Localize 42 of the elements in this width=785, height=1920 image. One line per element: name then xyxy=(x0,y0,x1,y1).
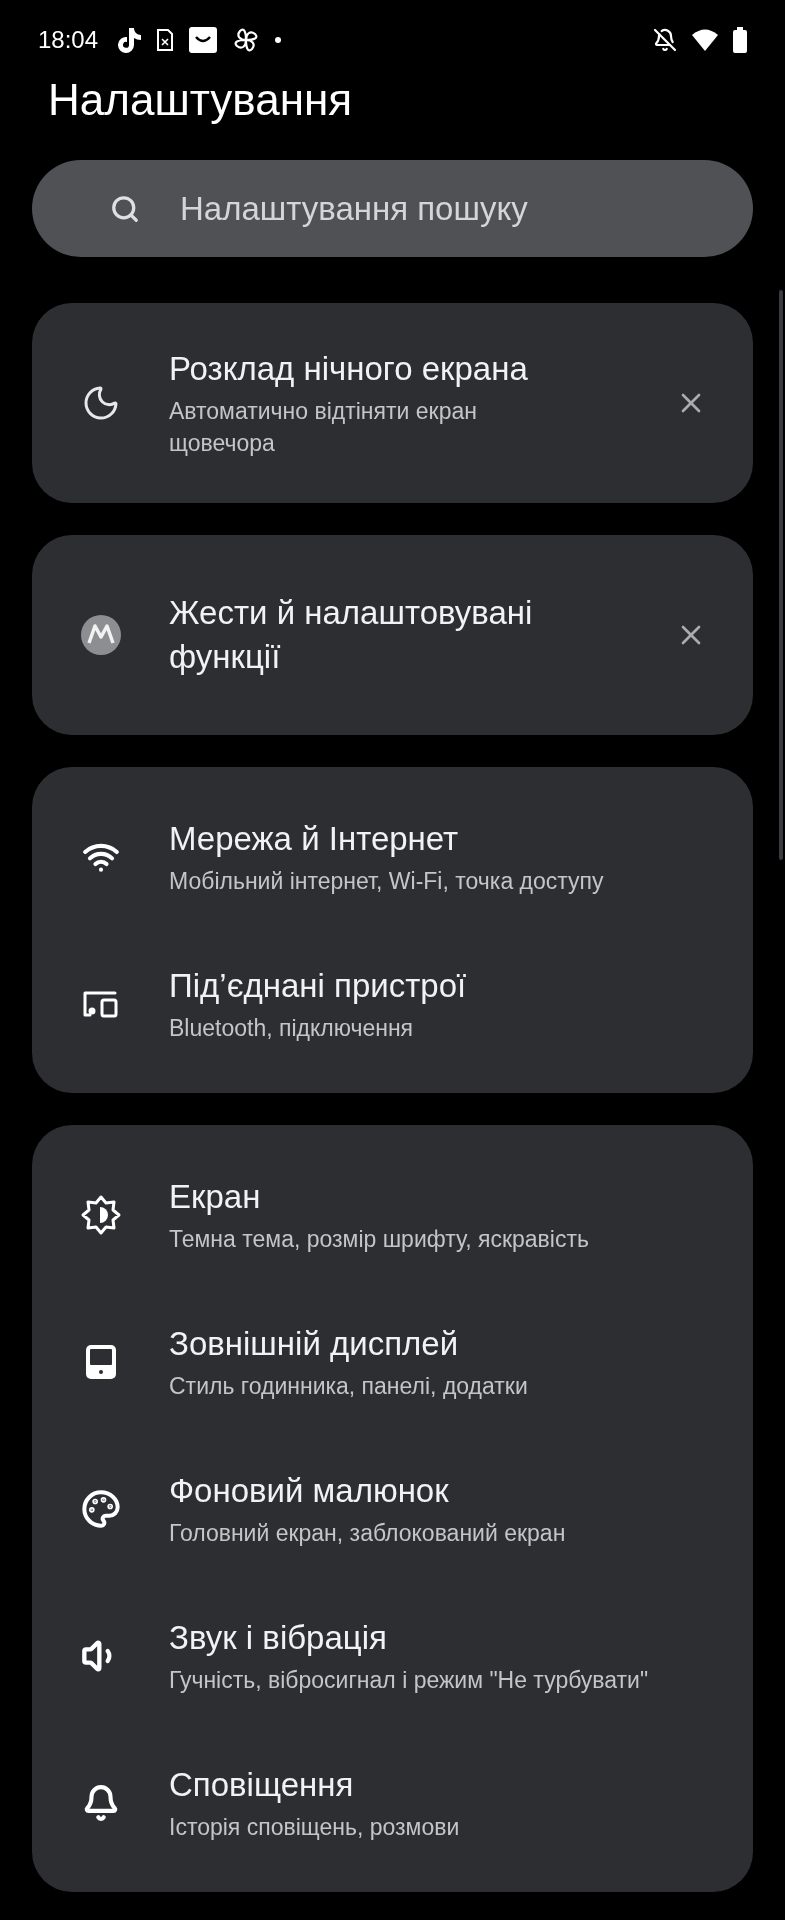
item-subtitle: Bluetooth, підключення xyxy=(169,1013,415,1043)
settings-item[interactable]: Звук і вібрація Гучність, вібросигнал і режим "Не турбувати" xyxy=(32,1582,753,1729)
settings-item[interactable]: Сповіщення Історія сповіщень, розмови xyxy=(32,1729,753,1876)
suggestion-title: Жести й налаштовувані функції xyxy=(169,593,534,677)
settings-item[interactable]: Мережа й Інтернет Мобільний інтернет, Wi-Fi, точка доступу xyxy=(32,783,753,930)
item-subtitle: Стиль годинника, панелі, додатки xyxy=(169,1371,528,1401)
page-title: Налаштування xyxy=(47,74,354,126)
suggestion-card[interactable]: Жести й налаштовувані функції xyxy=(32,535,753,735)
item-title: Сповіщення xyxy=(169,1764,355,1805)
settings-item[interactable]: Зовнішній дисплей Стиль годинника, панелі, додатки xyxy=(32,1288,753,1435)
settings-item[interactable]: Під’єднані пристрої Bluetooth, підключення xyxy=(32,930,753,1077)
suggestion-title: Розклад нічного екрана xyxy=(169,349,529,389)
item-subtitle: Темна тема, розмір шрифту, яскравість xyxy=(169,1224,589,1254)
search-field[interactable]: Налаштування пошуку xyxy=(32,160,753,257)
status-time: 18:04 xyxy=(38,26,99,54)
search-placeholder: Налаштування пошуку xyxy=(180,189,528,228)
item-subtitle: Головний екран, заблокований екран xyxy=(169,1518,566,1548)
search-icon xyxy=(110,193,140,224)
dot-icon xyxy=(274,36,283,44)
logo-icon xyxy=(80,615,121,655)
item-subtitle: Мобільний інтернет, Wi-Fi, точка доступу xyxy=(169,866,604,896)
item-subtitle: Історія сповіщень, розмови xyxy=(169,1812,460,1842)
item-subtitle: Гучність, вібросигнал і режим "Не турбувати" xyxy=(169,1665,649,1695)
phone-display-icon xyxy=(83,1342,118,1381)
item-title: Екран xyxy=(169,1176,262,1217)
music-note-icon xyxy=(118,26,143,54)
suggestion-subtitle: Автоматично відтіняти екран щовечора xyxy=(169,397,478,458)
settings-item[interactable]: Екран Темна тема, розмір шрифту, яскравість xyxy=(32,1141,753,1288)
item-title: Зовнішній дисплей xyxy=(169,1323,460,1364)
item-title: Звук і вібрація xyxy=(169,1617,388,1658)
battery-icon xyxy=(733,27,747,53)
item-title: Під’єднані пристрої xyxy=(169,965,467,1006)
wifi-signal-icon xyxy=(691,28,719,52)
item-title: Мережа й Інтернет xyxy=(169,818,460,859)
settings-item[interactable]: Фоновий малюнок Головний екран, заблокований екран xyxy=(32,1435,753,1582)
sim-card-icon xyxy=(156,28,175,52)
bell-off-icon xyxy=(653,28,677,52)
shopping-bag-icon xyxy=(188,26,219,54)
item-title: Фоновий малюнок xyxy=(169,1470,450,1511)
palette-icon xyxy=(80,1488,121,1529)
suggestion-card[interactable]: Розклад нічного екрана Автоматично відтіняти екран щовечора xyxy=(32,303,753,503)
brightness-icon xyxy=(79,1193,122,1236)
